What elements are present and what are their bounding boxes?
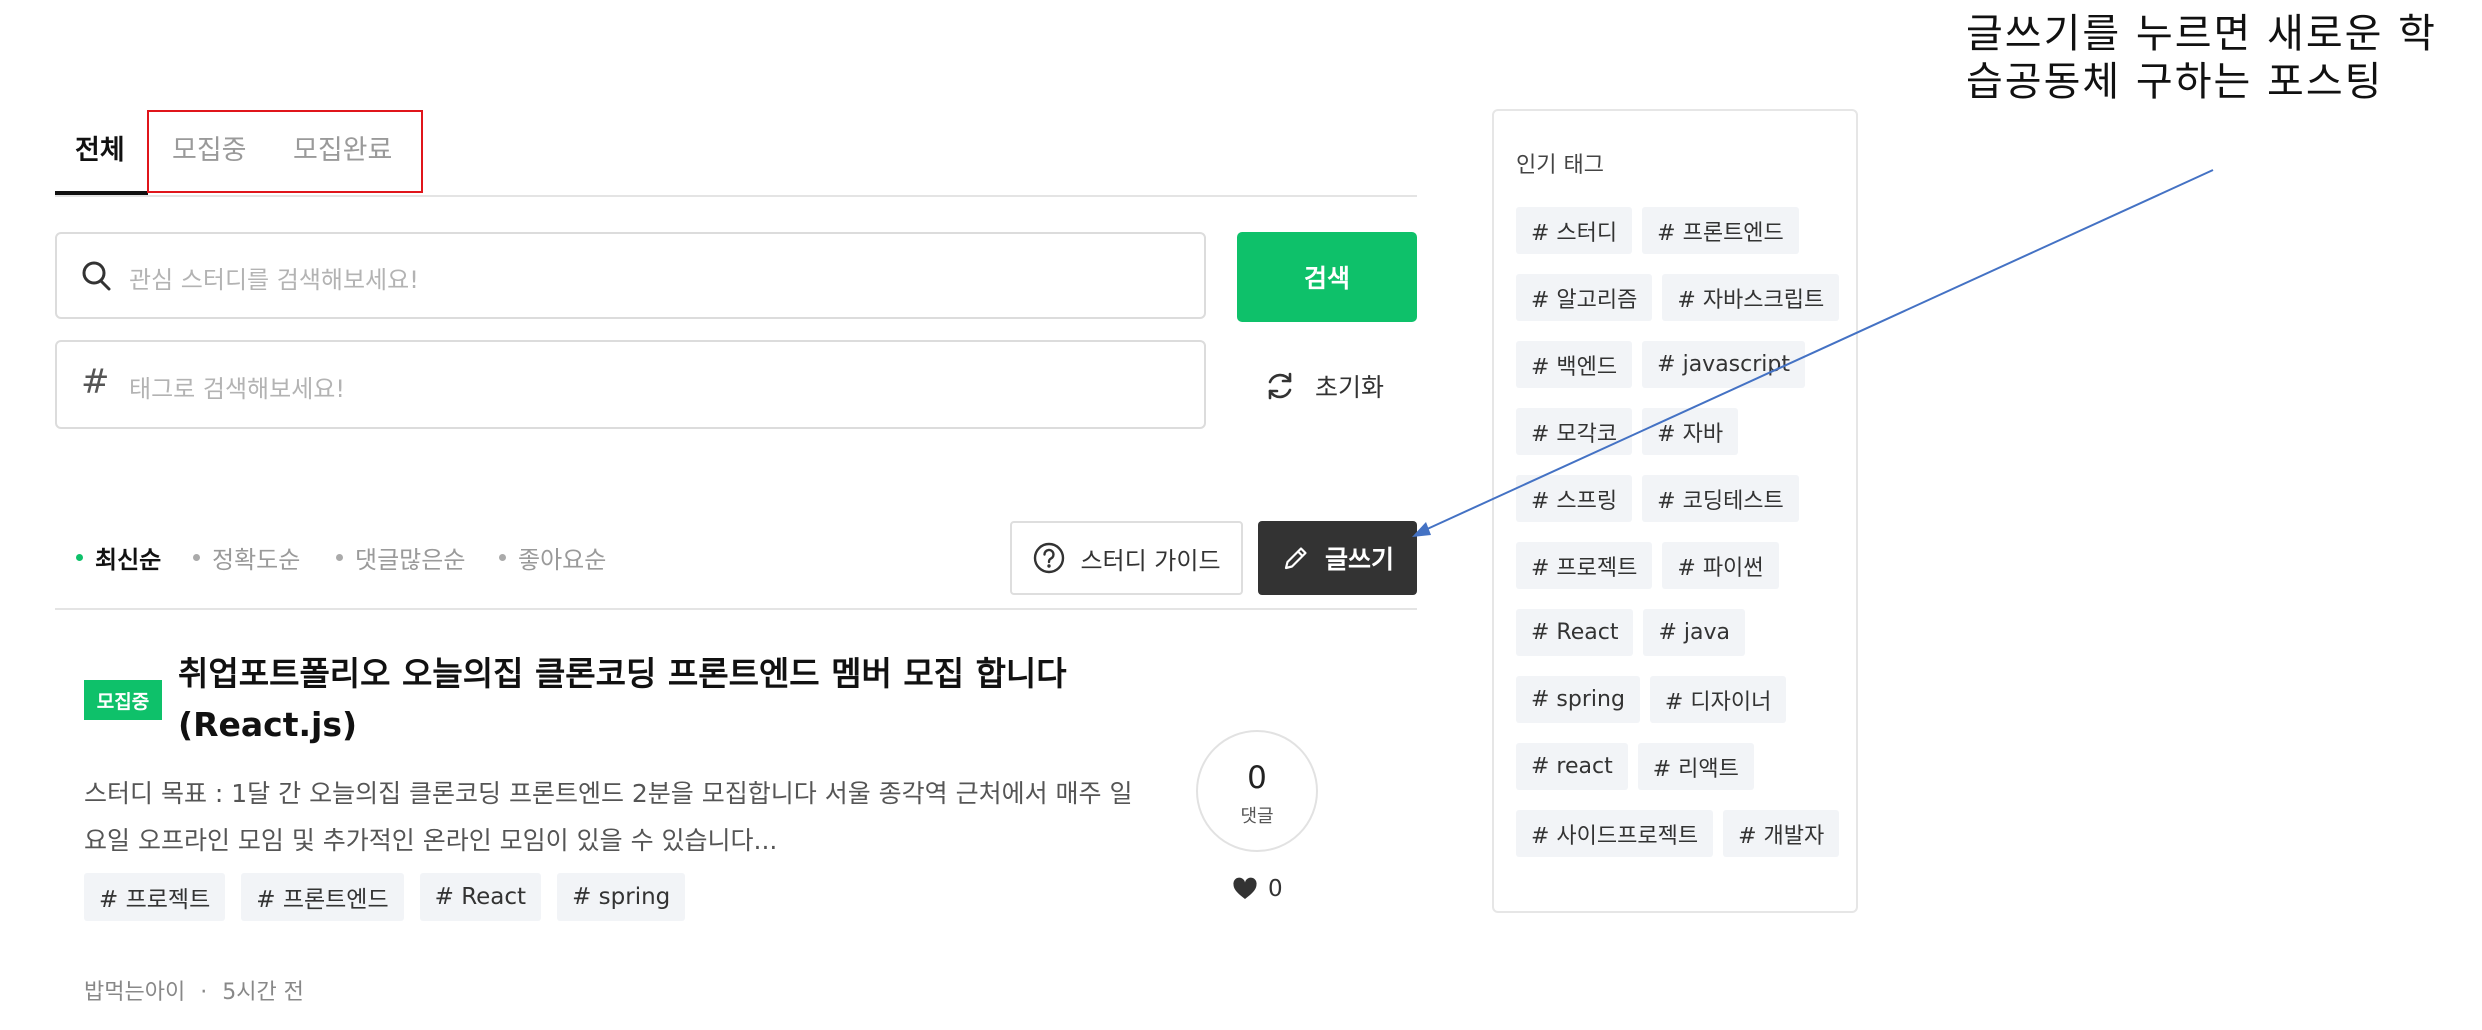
popular-tag[interactable]: # 모각코 bbox=[1516, 408, 1633, 455]
popular-tag[interactable]: # 스프링 bbox=[1516, 475, 1633, 522]
sort-accuracy[interactable]: 정확도순 bbox=[193, 540, 300, 575]
comment-count-badge: 0 댓글 bbox=[1196, 730, 1318, 852]
popular-tag[interactable]: # 디자이너 bbox=[1649, 676, 1787, 723]
comment-count: 0 bbox=[1247, 760, 1267, 796]
sort-dot bbox=[76, 554, 83, 561]
popular-tag[interactable]: # 리액트 bbox=[1637, 743, 1754, 790]
annotation-line: 글쓰기를 누르면 새로운 학 bbox=[1966, 11, 2437, 57]
author-name[interactable]: 밥먹는아이 bbox=[84, 980, 185, 1005]
sort-label: 최신순 bbox=[95, 546, 162, 574]
popular-tag[interactable]: # 자바 bbox=[1642, 408, 1739, 455]
reset-button[interactable]: 초기화 bbox=[1263, 364, 1384, 408]
post-tag[interactable]: # spring bbox=[557, 873, 686, 921]
status-tabs: 전체 모집중 모집완료 bbox=[55, 110, 1417, 197]
search-icon bbox=[82, 261, 111, 291]
popular-tags-title: 인기 태그 bbox=[1516, 153, 1604, 178]
annotation-highlight-box bbox=[147, 110, 423, 193]
pencil-icon bbox=[1284, 547, 1307, 570]
search-button[interactable]: 검색 bbox=[1237, 232, 1417, 322]
sort-label: 댓글많은순 bbox=[355, 546, 466, 574]
sort-dot bbox=[499, 554, 506, 561]
question-circle-icon bbox=[1034, 542, 1065, 574]
tag-search-input[interactable]: # 태그로 검색해보세요! bbox=[55, 340, 1206, 429]
post-title[interactable]: 취업포트폴리오 오늘의집 클론코딩 프론트엔드 멤버 모집 합니다 (React… bbox=[178, 648, 1118, 750]
popular-tag[interactable]: # 프로젝트 bbox=[1516, 542, 1653, 589]
active-tab-indicator bbox=[55, 191, 148, 195]
heart-icon bbox=[1233, 877, 1257, 899]
post-time: 5시간 전 bbox=[222, 980, 304, 1005]
sort-dot bbox=[336, 554, 343, 561]
meta-separator: · bbox=[200, 980, 208, 1005]
write-label: 글쓰기 bbox=[1324, 545, 1394, 574]
hash-icon: # bbox=[81, 362, 110, 402]
post-description: 스터디 목표 : 1달 간 오늘의집 클론코딩 프론트엔드 2분을 모집합니다 … bbox=[84, 779, 1133, 855]
divider bbox=[55, 608, 1417, 610]
annotation-line: 습공동체 구하는 포스팅 bbox=[1966, 59, 2384, 105]
study-guide-button[interactable]: 스터디 가이드 bbox=[1010, 521, 1243, 595]
popular-tag[interactable]: # 스터디 bbox=[1516, 207, 1633, 254]
sort-latest[interactable]: 최신순 bbox=[76, 540, 161, 575]
search-input[interactable]: 관심 스터디를 검색해보세요! bbox=[55, 232, 1206, 319]
tag-search-placeholder: 태그로 검색해보세요! bbox=[129, 375, 345, 403]
post-tag-list: # 프로젝트 # 프론트엔드 # React # spring bbox=[84, 873, 686, 921]
popular-tag[interactable]: # 코딩테스트 bbox=[1642, 475, 1799, 522]
popular-tags-panel: 인기 태그 # 스터디 # 프론트엔드 # 알고리즘 # 자바스크립트 # 백엔드 # j… bbox=[1492, 109, 1858, 913]
popular-tag[interactable]: # 프론트엔드 bbox=[1642, 207, 1799, 254]
popular-tag[interactable]: # React bbox=[1516, 609, 1634, 656]
write-button[interactable]: 글쓰기 bbox=[1258, 521, 1417, 595]
sort-most-likes[interactable]: 좋아요순 bbox=[499, 540, 606, 575]
popular-tag[interactable]: # 알고리즘 bbox=[1516, 274, 1653, 321]
search-placeholder: 관심 스터디를 검색해보세요! bbox=[129, 266, 419, 294]
sort-dot bbox=[193, 554, 200, 561]
sort-label: 좋아요순 bbox=[518, 546, 607, 574]
popular-tag[interactable]: # 개발자 bbox=[1723, 810, 1840, 857]
popular-tag[interactable]: # 자바스크립트 bbox=[1662, 274, 1840, 321]
like-counter[interactable]: 0 bbox=[1232, 876, 1283, 902]
tab-all[interactable]: 전체 bbox=[75, 128, 125, 167]
popular-tag[interactable]: # java bbox=[1643, 609, 1745, 656]
popular-tag[interactable]: # 백엔드 bbox=[1516, 341, 1633, 388]
popular-tag[interactable]: # spring bbox=[1516, 676, 1640, 723]
post-tag[interactable]: # 프론트엔드 bbox=[241, 873, 404, 921]
comment-label: 댓글 bbox=[1240, 806, 1274, 827]
recruiting-badge: 모집중 bbox=[84, 680, 162, 720]
annotation-note: 글쓰기를 누르면 새로운 학 습공동체 구하는 포스팅 bbox=[1966, 10, 2437, 106]
popular-tag-list: # 스터디 # 프론트엔드 # 알고리즘 # 자바스크립트 # 백엔드 # javascr… bbox=[1516, 207, 1846, 857]
study-guide-label: 스터디 가이드 bbox=[1080, 546, 1221, 575]
reset-label: 초기화 bbox=[1315, 373, 1385, 402]
post-tag[interactable]: # React bbox=[419, 873, 542, 921]
popular-tag[interactable]: # react bbox=[1516, 743, 1628, 790]
like-count: 0 bbox=[1268, 876, 1283, 902]
popular-tag[interactable]: # 사이드프로젝트 bbox=[1516, 810, 1714, 857]
refresh-icon bbox=[1268, 372, 1292, 400]
popular-tag[interactable]: # javascript bbox=[1642, 341, 1805, 388]
popular-tag[interactable]: # 파이썬 bbox=[1662, 542, 1779, 589]
sort-label: 정확도순 bbox=[212, 546, 301, 574]
post-meta: 밥먹는아이 · 5시간 전 bbox=[84, 974, 304, 1006]
sort-most-comments[interactable]: 댓글많은순 bbox=[336, 540, 465, 575]
post-tag[interactable]: # 프로젝트 bbox=[84, 873, 226, 921]
